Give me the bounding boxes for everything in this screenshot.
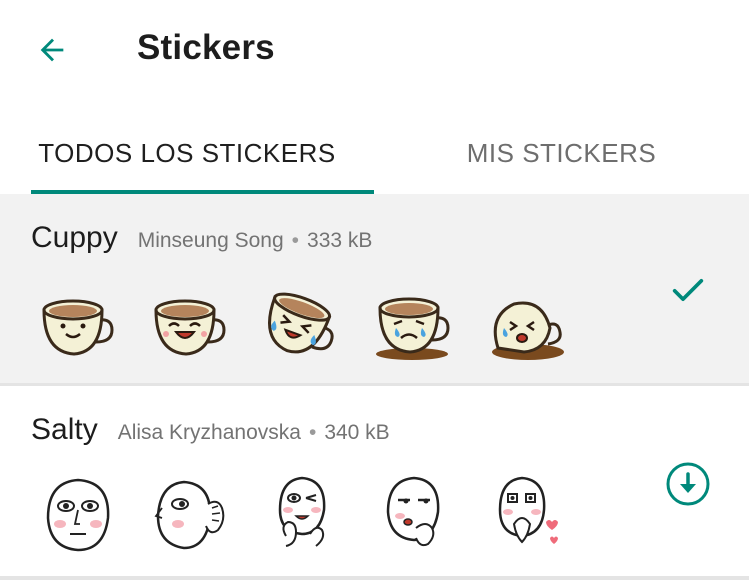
pack-size: 340 kB bbox=[324, 421, 390, 444]
check-icon bbox=[672, 279, 704, 301]
sticker-preview bbox=[376, 297, 450, 360]
back-button[interactable] bbox=[30, 28, 74, 72]
pack-header: Cuppy Minseung Song • 333 kB bbox=[31, 221, 372, 255]
sticker-preview bbox=[46, 478, 110, 552]
sticker-pack-row[interactable]: Cuppy Minseung Song • 333 kB bbox=[0, 194, 749, 383]
divider bbox=[0, 576, 749, 580]
sticker-preview bbox=[268, 292, 334, 354]
arrow-back-icon bbox=[40, 38, 64, 62]
sticker-preview bbox=[492, 301, 564, 360]
download-icon bbox=[666, 462, 710, 506]
tab-label: MIS STICKERS bbox=[466, 137, 657, 168]
sticker-pack-row[interactable]: Salty Alisa Kryzhanovska • 340 kB bbox=[0, 386, 749, 576]
pack-name: Cuppy bbox=[31, 221, 118, 254]
pack-meta: Alisa Kryzhanovska • 340 kB bbox=[118, 421, 390, 445]
download-button[interactable] bbox=[665, 461, 711, 507]
tab-all-stickers[interactable]: TODOS LOS STICKERS bbox=[0, 112, 374, 194]
pack-size: 333 kB bbox=[307, 229, 373, 252]
page-title: Stickers bbox=[137, 28, 275, 67]
pack-name: Salty bbox=[31, 413, 98, 446]
sticker-preview bbox=[154, 299, 226, 356]
tab-label: TODOS LOS STICKERS bbox=[38, 137, 336, 168]
sticker-preview bbox=[154, 480, 225, 550]
tab-my-stickers[interactable]: MIS STICKERS bbox=[374, 112, 749, 194]
pack-header: Salty Alisa Kryzhanovska • 340 kB bbox=[31, 413, 390, 447]
pack-author: Alisa Kryzhanovska bbox=[117, 421, 301, 444]
app-bar: Stickers bbox=[0, 0, 749, 100]
sticker-preview bbox=[386, 476, 440, 547]
sticker-preview bbox=[498, 476, 558, 544]
separator-dot: • bbox=[291, 229, 300, 252]
installed-status[interactable] bbox=[665, 267, 711, 313]
tab-bar: TODOS LOS STICKERS MIS STICKERS bbox=[0, 112, 749, 194]
pack-meta: Minseung Song • 333 kB bbox=[138, 229, 373, 253]
sticker-preview bbox=[42, 299, 114, 356]
separator-dot: • bbox=[308, 421, 317, 444]
pack-author: Minseung Song bbox=[137, 229, 284, 252]
sticker-preview bbox=[278, 476, 326, 547]
